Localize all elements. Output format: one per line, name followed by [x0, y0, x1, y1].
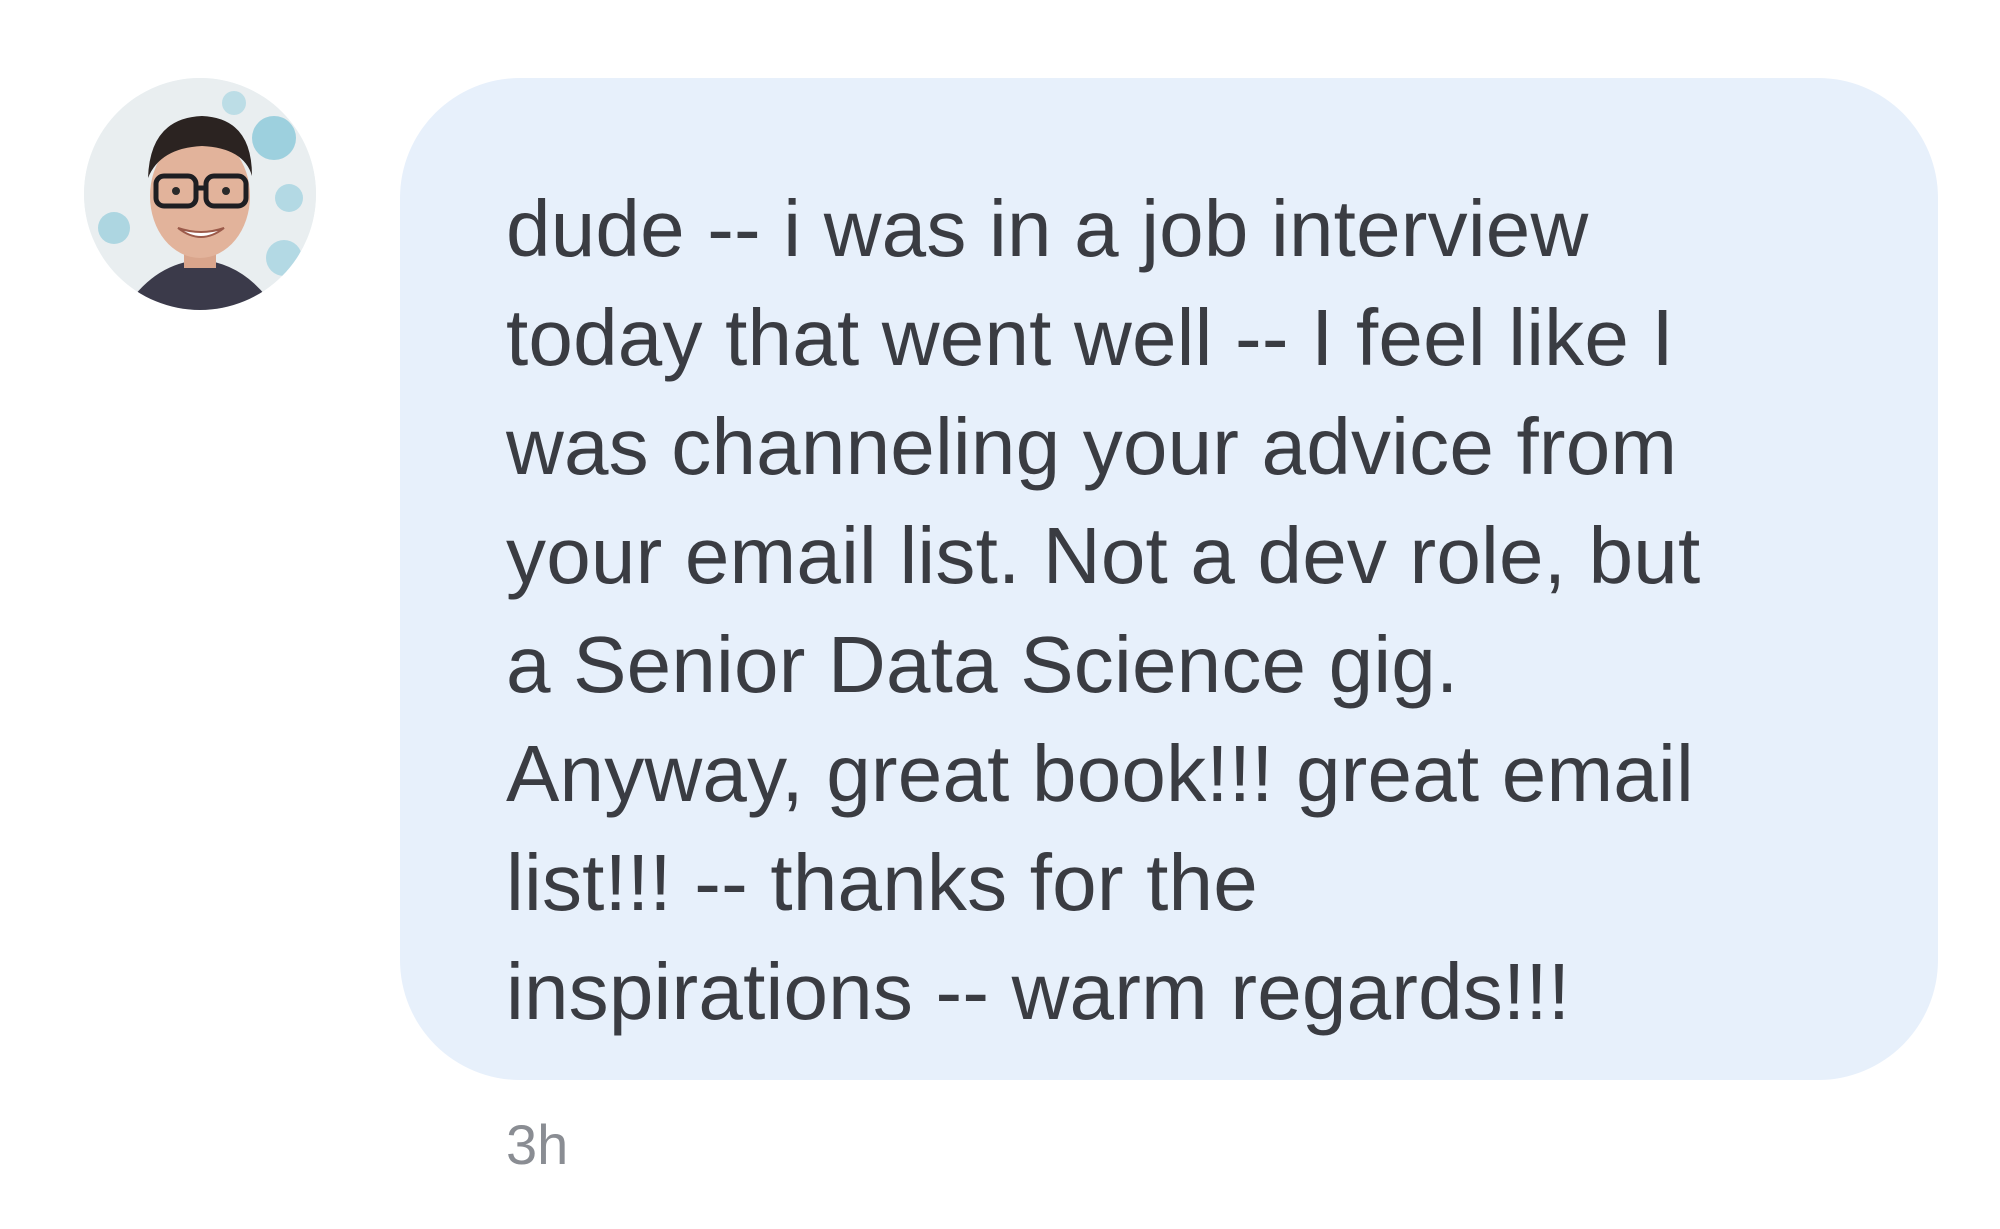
message-line: today that went well -- I feel like I — [506, 293, 1674, 382]
user-avatar-photo-icon — [84, 78, 316, 310]
message-bubble[interactable]: dude -- i was in a job interview today t… — [400, 78, 1938, 1080]
message-timestamp: 3h — [506, 1113, 569, 1176]
message-line: Anyway, great book!!! great email — [506, 729, 1694, 818]
message-line: inspirations -- warm regards!!! — [506, 947, 1571, 1036]
message-line: your email list. Not a dev role, but — [506, 511, 1701, 600]
message-line: dude -- i was in a job interview — [506, 184, 1589, 273]
sender-avatar[interactable] — [84, 78, 316, 310]
message-line: list!!! -- thanks for the — [506, 838, 1258, 927]
message-line: was channeling your advice from — [506, 402, 1678, 491]
message-line: a Senior Data Science gig. — [506, 620, 1459, 709]
